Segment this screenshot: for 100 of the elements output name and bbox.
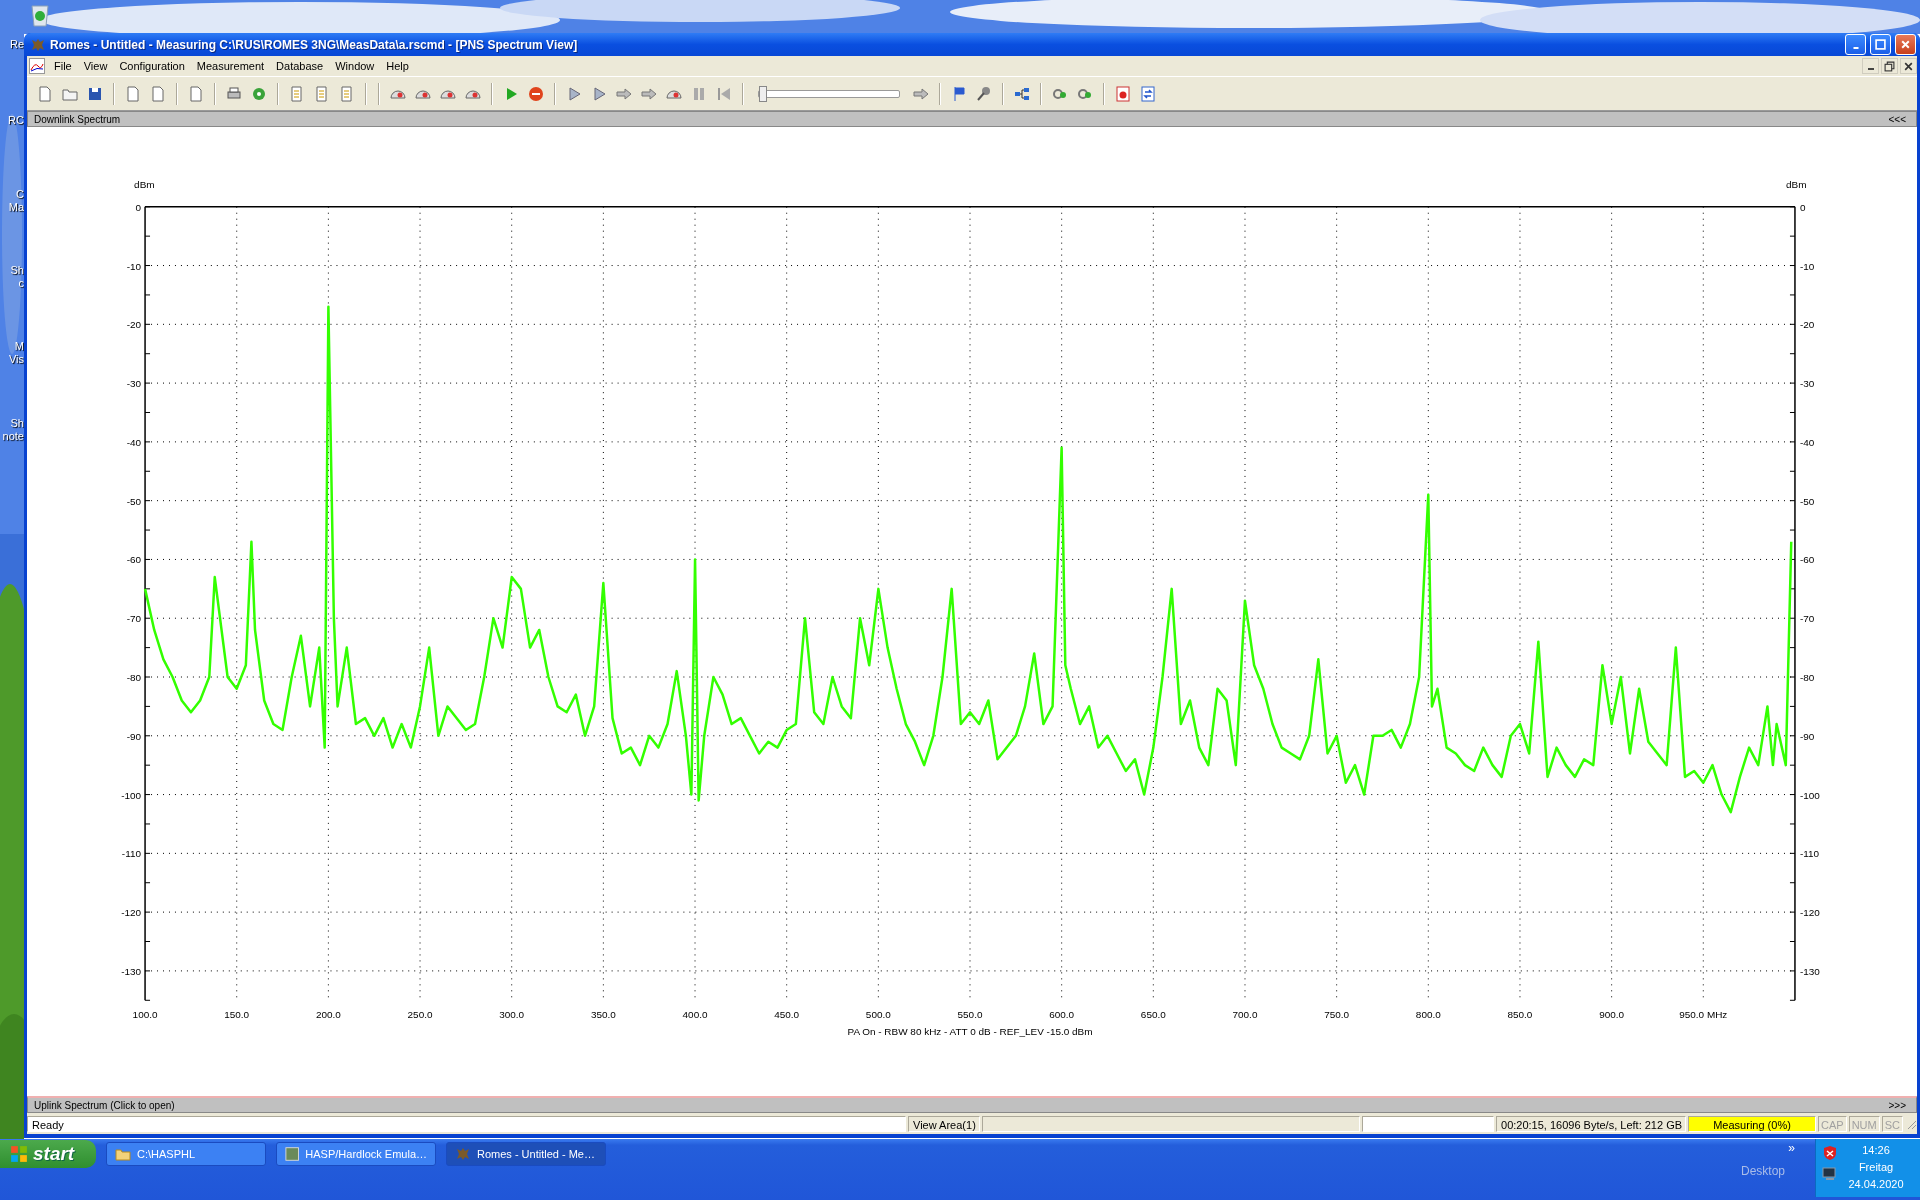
computer-icon[interactable] — [1822, 1166, 1838, 1182]
axis-label: 0 — [1799, 201, 1806, 213]
axis-label: -130 — [121, 965, 142, 977]
axis-label: -110 — [121, 848, 142, 860]
document-icon[interactable] — [1113, 83, 1133, 104]
axis-label: -90 — [126, 730, 142, 742]
axis-label: -10 — [126, 260, 142, 272]
axis-label: 450.0 — [774, 1009, 800, 1021]
minimize-icon — [1852, 47, 1859, 49]
panel-title: Uplink Spectrum (Click to open) — [34, 1099, 175, 1111]
desktop-icon-label[interactable]: Ma — [8, 201, 24, 214]
axis-label: -60 — [1799, 554, 1815, 566]
axis-label: -60 — [126, 554, 142, 566]
panel-header[interactable]: Uplink Spectrum (Click to open) >>> — [27, 1096, 1917, 1113]
axis-label: -80 — [1799, 672, 1815, 683]
clock-time: 14:26 — [1862, 1143, 1890, 1158]
axis-label: -100 — [1799, 789, 1820, 801]
axis-label: 150.0 — [224, 1009, 250, 1021]
minimize-button[interactable] — [1862, 58, 1879, 74]
axis-label: -40 — [126, 436, 142, 448]
axis-label: 700.0 — [1232, 1009, 1258, 1021]
status-text: 00:20:15, 16096 Byte/s, Left: 212 GB — [1496, 1116, 1687, 1132]
axis-label: 550.0 — [957, 1009, 983, 1021]
desktop-icon-label[interactable]: Vis — [8, 353, 24, 366]
axis-label: -30 — [1799, 378, 1815, 390]
desktop-icon-label[interactable]: C — [16, 188, 24, 201]
taskbar-button[interactable]: Romes - Untitled - Me… — [446, 1142, 606, 1166]
axis-label: -50 — [126, 495, 142, 507]
axis-label: 900.0 — [1599, 1009, 1625, 1021]
desktop-icon-label[interactable]: M — [14, 340, 24, 353]
menu-item[interactable]: Window — [329, 60, 381, 72]
taskbar-button[interactable]: C:\HASPHL — [106, 1142, 266, 1166]
restore-icon — [1884, 60, 1895, 72]
window-title: Romes - Untitled - Measuring C:\RUS\ROMES 3NG\MeasData\a.rscmd - [PNS Spectrum View] — [50, 37, 579, 52]
desktop-icon-label[interactable]: note — [2, 430, 24, 443]
axis-unit: dBm — [134, 178, 155, 190]
axis-label: 200.0 — [315, 1009, 341, 1021]
menu-item[interactable]: Measurement — [190, 60, 271, 72]
axis-label: 0 — [135, 201, 142, 213]
axis-label: -130 — [1799, 965, 1820, 977]
axis-label: -120 — [121, 907, 142, 919]
expand-toggle[interactable]: >>> — [1888, 1099, 1906, 1111]
restore-button[interactable] — [1881, 58, 1898, 74]
status-text: Ready — [27, 1116, 907, 1132]
collapse-toggle[interactable]: <<< — [1888, 113, 1906, 125]
axis-label: -100 — [121, 789, 142, 801]
close-icon — [1903, 60, 1914, 72]
axis-label: -50 — [1799, 495, 1815, 507]
status-text: Measuring (0%) — [1688, 1116, 1817, 1132]
desktop-icon-label[interactable]: Sh — [10, 264, 24, 277]
menu-item[interactable]: File — [48, 60, 78, 72]
axis-label: 950.0 MHz — [1679, 1009, 1728, 1021]
axis-label: -70 — [126, 613, 142, 625]
axis-label: -10 — [1799, 260, 1815, 272]
start-button[interactable]: start — [0, 1140, 96, 1168]
desktop-icon-label[interactable]: Re — [9, 38, 24, 51]
document-icon[interactable] — [1138, 83, 1158, 104]
windows-logo-icon — [10, 1145, 28, 1163]
menu-item[interactable]: Database — [270, 60, 330, 72]
key-indicator: CAP — [1818, 1116, 1847, 1132]
axis-label: 350.0 — [590, 1009, 616, 1021]
axis-label: 300.0 — [499, 1009, 525, 1021]
axis-label: 250.0 — [407, 1009, 433, 1021]
menu-item[interactable]: View — [77, 60, 114, 72]
shield-icon[interactable] — [1822, 1145, 1838, 1161]
toolbar-label: Desktop — [1740, 1164, 1785, 1178]
axis-label: 750.0 — [1324, 1009, 1350, 1021]
resize-grip[interactable] — [1905, 1118, 1917, 1130]
clock-date: 24.04.2020 — [1848, 1177, 1904, 1192]
close-icon — [1900, 39, 1911, 50]
axis-label: 600.0 — [1049, 1009, 1075, 1021]
minimize-icon — [1867, 68, 1874, 70]
axis-label: -20 — [126, 319, 142, 331]
axis-label: 500.0 — [865, 1009, 891, 1021]
axis-label: -40 — [1799, 436, 1815, 448]
axis-label: -30 — [126, 378, 142, 390]
chevron-button[interactable]: » — [1788, 1142, 1795, 1154]
document-icon[interactable] — [29, 58, 45, 74]
panel-header[interactable]: Downlink Spectrum <<< — [27, 111, 1917, 127]
panel-title: Downlink Spectrum — [34, 113, 121, 125]
desktop-icon-label[interactable]: c — [18, 277, 24, 290]
slider-thumb[interactable] — [759, 85, 767, 102]
axis-label: -20 — [1799, 319, 1815, 331]
axis-label: -70 — [1799, 613, 1815, 625]
maximize-button[interactable] — [1870, 34, 1891, 55]
axis-label: 650.0 — [1140, 1009, 1166, 1021]
maximize-icon — [1875, 39, 1886, 50]
menu-item[interactable]: Help — [380, 60, 415, 72]
axis-label: -110 — [1799, 848, 1820, 860]
close-button[interactable] — [1900, 58, 1917, 74]
axis-label: 850.0 — [1507, 1009, 1533, 1021]
menu-item[interactable]: Configuration — [113, 60, 191, 72]
clock-day: Freitag — [1858, 1160, 1894, 1175]
axis-label: 800.0 — [1415, 1009, 1441, 1021]
desktop-icon-label[interactable]: Sh — [10, 417, 24, 430]
key-indicator: NUM — [1848, 1116, 1880, 1132]
axis-label: 100.0 — [132, 1009, 158, 1021]
axis-label: -120 — [1799, 907, 1820, 919]
desktop-icon-label[interactable]: RC — [8, 114, 24, 127]
taskbar-button[interactable]: HASP/Hardlock Emula… — [276, 1142, 436, 1166]
